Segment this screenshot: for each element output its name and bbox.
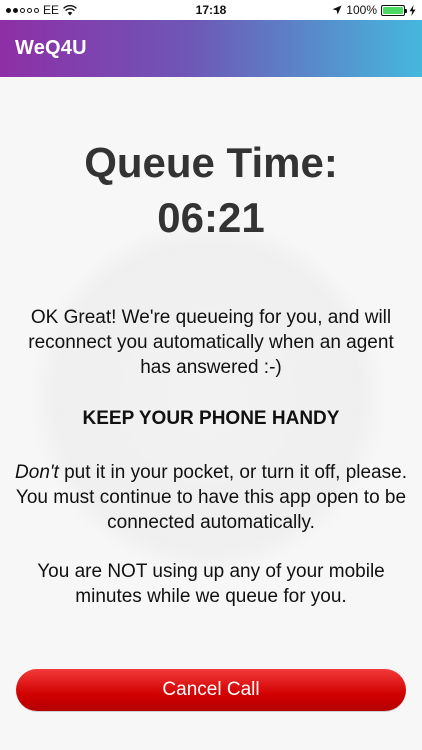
instruction-emphasis: Don't [15, 462, 59, 483]
queue-time-label: Queue Time: [84, 139, 338, 186]
instruction-message: Don't put it in your pocket, or turn it … [12, 460, 410, 535]
navigation-bar: WeQ4U [0, 20, 422, 77]
minutes-note: You are NOT using up any of your mobile … [37, 561, 385, 607]
queue-time-value: 06:21 [157, 194, 265, 241]
keep-phone-handy-heading: KEEP YOUR PHONE HANDY [82, 408, 340, 429]
status-right: 100% [332, 3, 416, 17]
charging-bolt-icon [409, 4, 416, 16]
status-bar: EE 17:18 100% [0, 0, 422, 20]
cancel-call-button[interactable]: Cancel Call [16, 669, 406, 711]
queue-screen: Queue Time: 06:21 OK Great! We're queuei… [0, 77, 422, 750]
battery-percent: 100% [346, 3, 377, 17]
app-title: WeQ4U [15, 37, 87, 59]
location-arrow-icon [332, 5, 342, 15]
instruction-text: put it in your pocket, or turn it off, p… [15, 462, 407, 533]
intro-message: OK Great! We're queueing for you, and wi… [28, 307, 394, 378]
battery-icon [381, 4, 407, 16]
